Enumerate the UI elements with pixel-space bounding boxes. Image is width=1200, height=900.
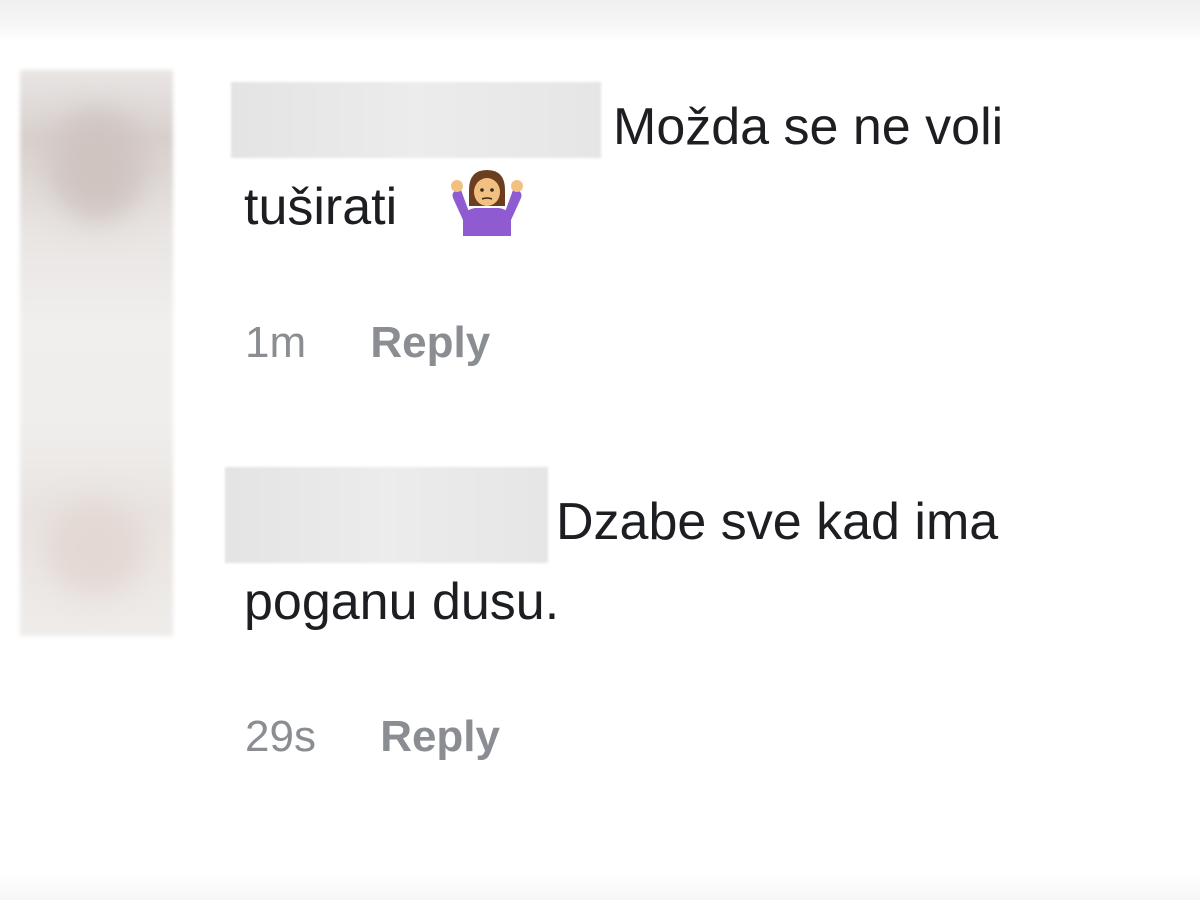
comment-2-text-line-1: Dzabe sve kad ima [556, 493, 999, 551]
avatar-comment-1[interactable] [50, 110, 145, 220]
comment-1-reply-button[interactable]: Reply [370, 318, 490, 367]
top-edge-shadow [0, 0, 1200, 42]
blurred-author-name-1[interactable] [231, 82, 601, 158]
comment-1-meta: 1m Reply [245, 318, 490, 368]
comment-2-reply-button[interactable]: Reply [380, 712, 500, 761]
comment-1-text-line-2: tuširati [244, 178, 398, 236]
person-shrugging-icon [451, 170, 523, 236]
bottom-edge-shadow [0, 872, 1200, 900]
comment-2-timestamp[interactable]: 29s [245, 712, 316, 761]
comment-2-meta: 29s Reply [245, 712, 500, 762]
comment-1-text-line-1: Možda se ne voli [613, 98, 1004, 156]
comment-thread-screenshot: Možda se ne voli tuširati 1m Reply Dzabe… [0, 0, 1200, 900]
comment-2-text-line-2: poganu dusu. [244, 573, 560, 631]
comment-1-timestamp[interactable]: 1m [245, 318, 306, 367]
blurred-author-name-2[interactable] [225, 467, 548, 563]
avatar-comment-2[interactable] [45, 500, 145, 595]
